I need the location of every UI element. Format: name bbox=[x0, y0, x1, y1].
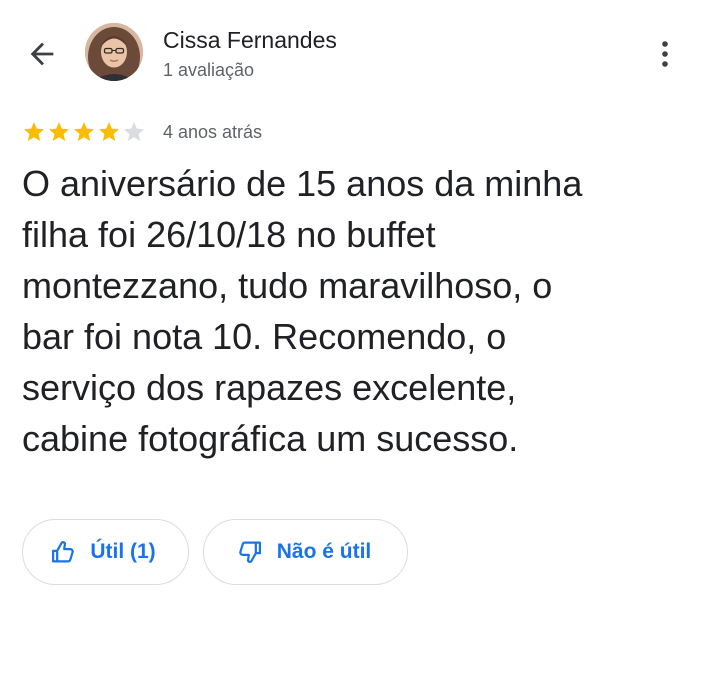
not-useful-label: Não é útil bbox=[276, 540, 372, 563]
star-filled-icon bbox=[49, 122, 69, 141]
arrow-back-icon bbox=[30, 42, 54, 66]
review-text-line: filha foi 26/10/18 no buffet bbox=[22, 214, 436, 255]
review-actions: Útil (1) Não é útil bbox=[22, 519, 408, 585]
review-text-line: bar foi nota 10. Recomendo, o bbox=[22, 316, 507, 357]
useful-label: Útil (1) bbox=[90, 540, 156, 563]
review-text: O aniversário de 15 anos da minha filha f… bbox=[22, 158, 694, 464]
review-text-line: serviço dos rapazes excelente, bbox=[22, 367, 517, 408]
reviewer-name[interactable]: Cissa Fernandes bbox=[163, 26, 337, 54]
avatar[interactable] bbox=[85, 23, 143, 81]
star-filled-icon bbox=[24, 122, 44, 141]
review-header: Cissa Fernandes 1 avaliação bbox=[0, 0, 714, 104]
reviewer-review-count: 1 avaliação bbox=[163, 60, 255, 80]
review-text-line: cabine fotográfica um sucesso. bbox=[22, 418, 519, 459]
more-options-button[interactable] bbox=[650, 34, 680, 74]
more-vert-icon bbox=[662, 41, 668, 67]
review-text-line: O aniversário de 15 anos da minha bbox=[22, 163, 583, 204]
back-button[interactable] bbox=[22, 34, 62, 74]
useful-button[interactable]: Útil (1) bbox=[22, 519, 189, 585]
review-date: 4 anos atrás bbox=[163, 121, 263, 142]
rating-row: 4 anos atrás bbox=[22, 118, 262, 146]
thumb-up-icon bbox=[52, 541, 75, 563]
star-rating bbox=[22, 120, 146, 144]
star-empty-icon bbox=[124, 122, 144, 141]
star-filled-icon bbox=[99, 122, 119, 141]
review-text-line: montezzano, tudo maravilhoso, o bbox=[22, 265, 553, 306]
avatar-photo bbox=[85, 23, 143, 81]
not-useful-button[interactable]: Não é útil bbox=[203, 519, 408, 585]
star-filled-icon bbox=[74, 122, 94, 141]
thumb-down-icon bbox=[238, 541, 261, 563]
